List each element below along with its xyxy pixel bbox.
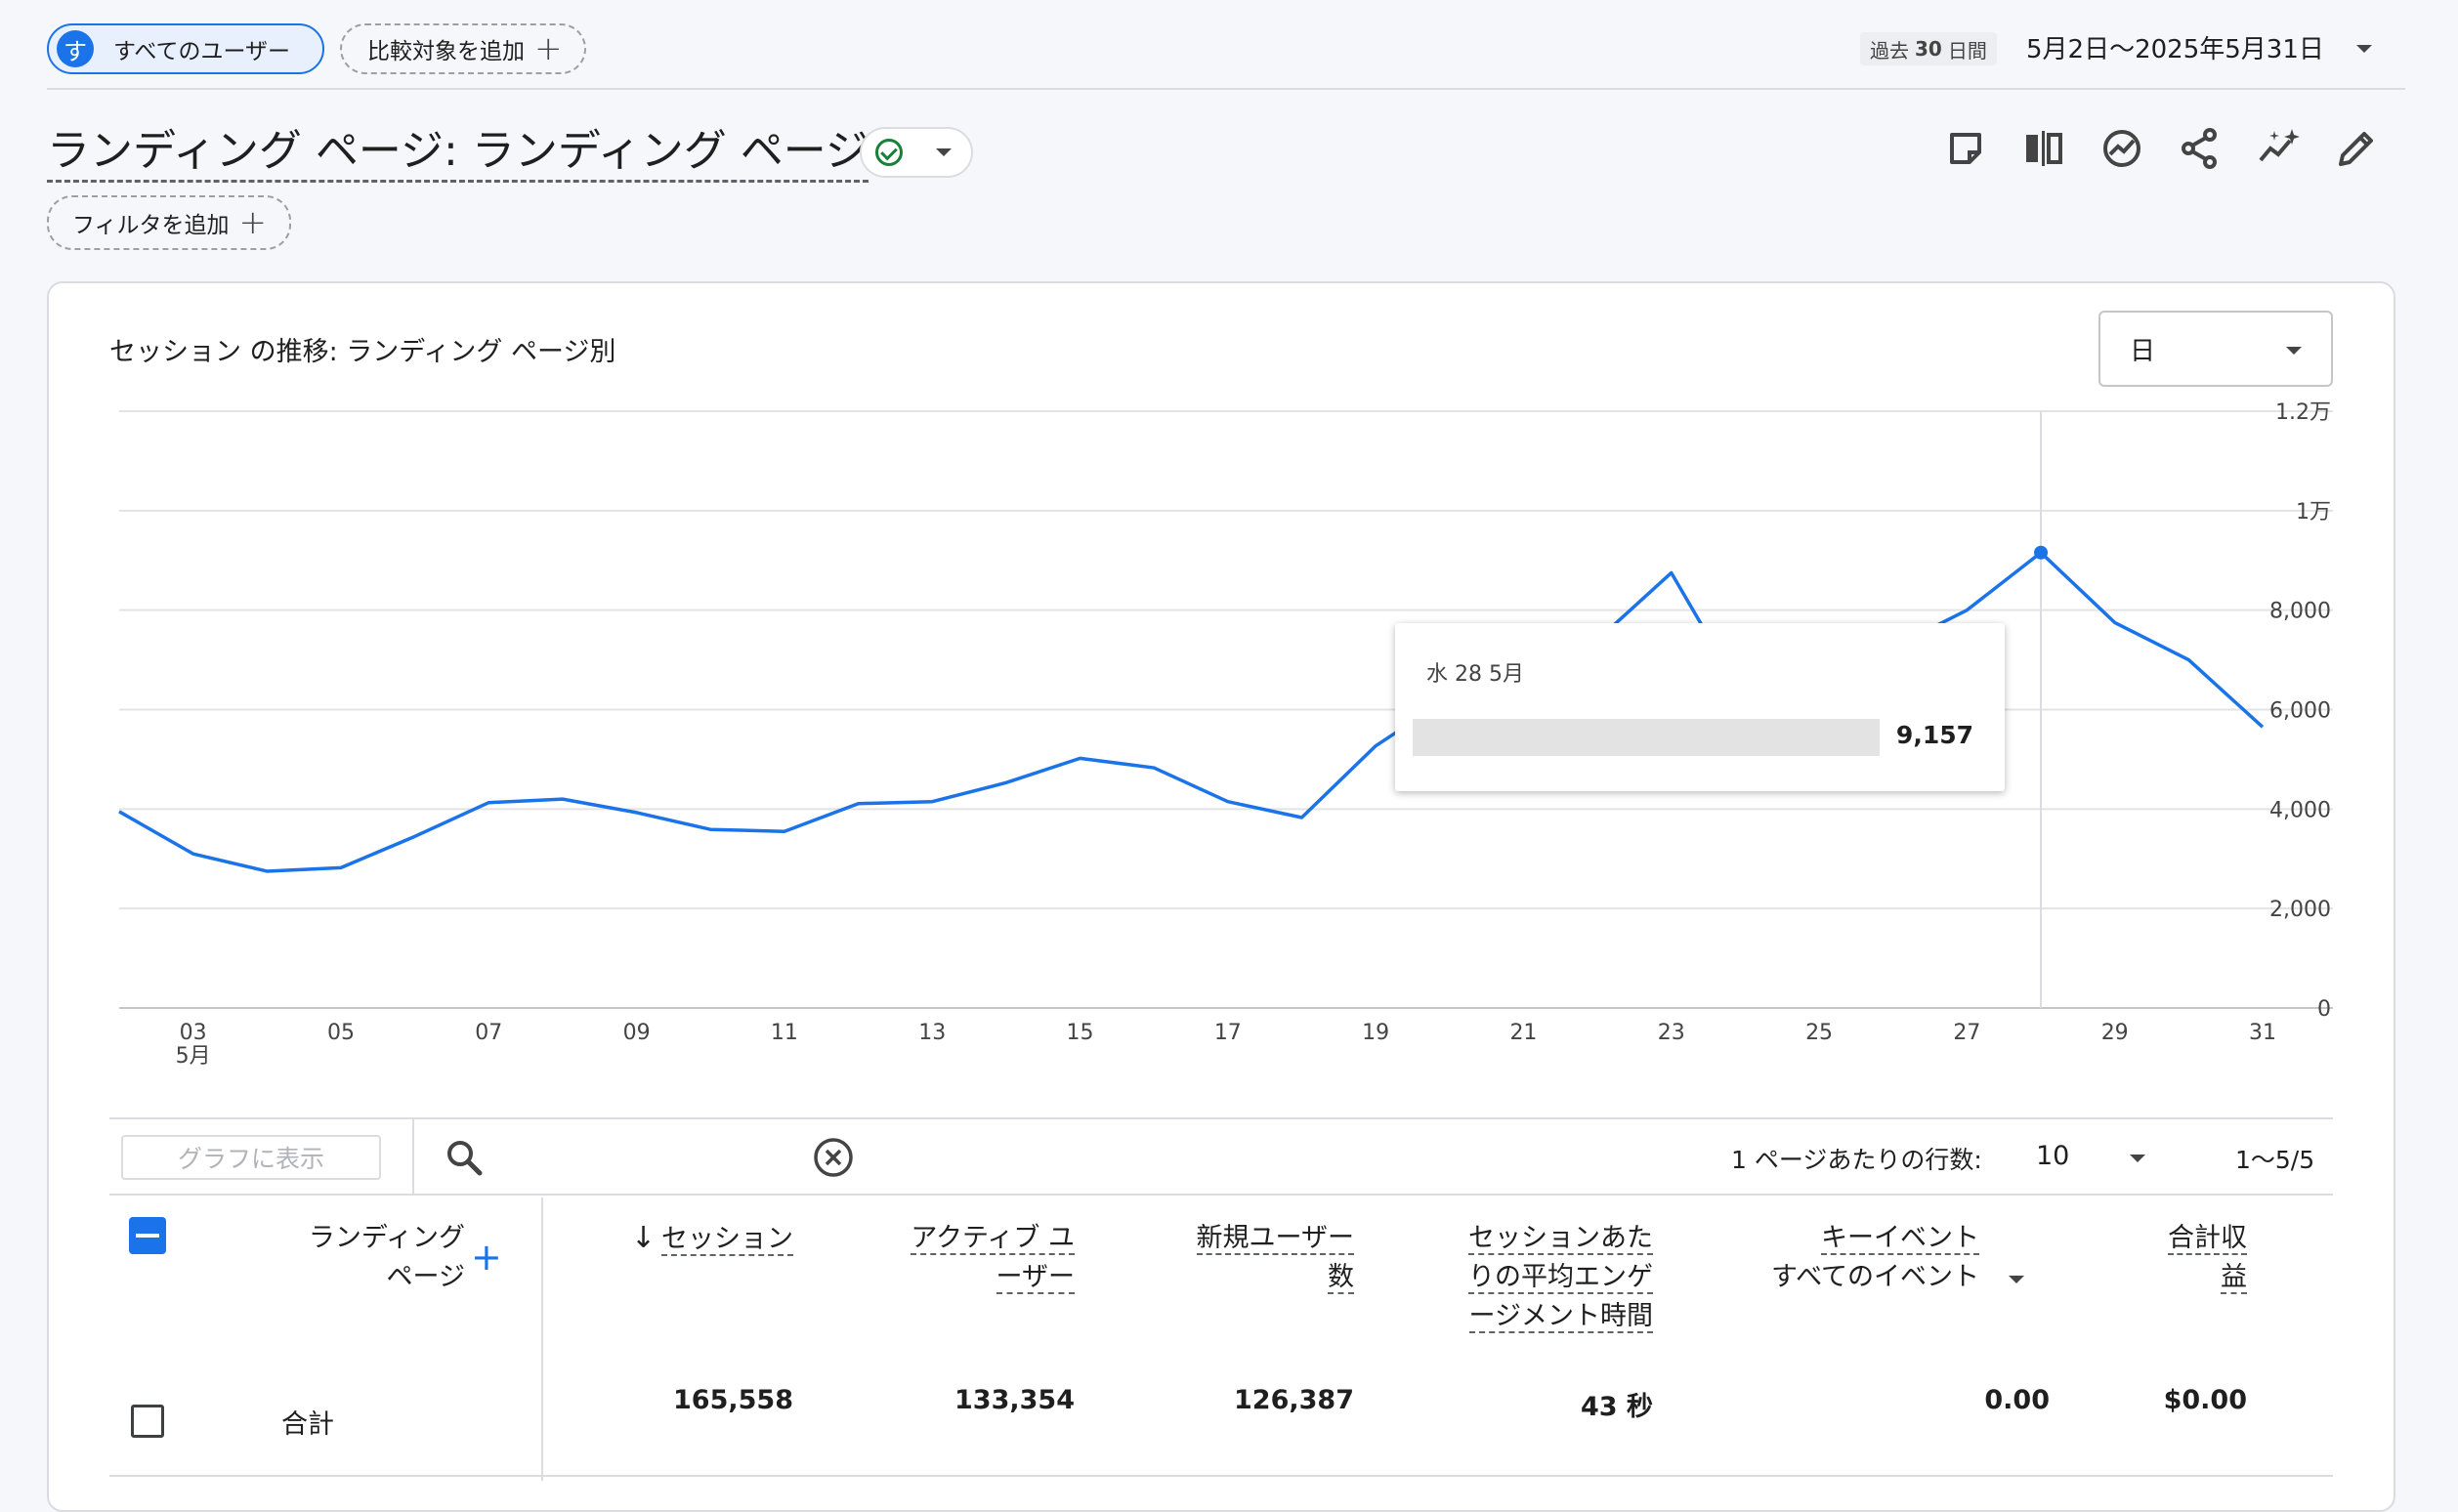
revenue-header-line2: 益: [2221, 1262, 2247, 1294]
revenue-header[interactable]: 合計収 益: [2110, 1219, 2247, 1297]
x-tick-label: 31: [2249, 1021, 2276, 1045]
active-users-header[interactable]: アクティブ ユ ーザー: [860, 1219, 1075, 1297]
dimension-header-line1: ランディング: [308, 1223, 465, 1253]
x-tick-label: 21: [1509, 1021, 1537, 1045]
key-events-header[interactable]: キーイベント すべてのイベント: [1739, 1219, 1979, 1297]
tooltip-date: 水 28 5月: [1426, 662, 1524, 687]
search-input[interactable]: [571, 1131, 795, 1182]
add-dimension-plus-icon[interactable]: +: [471, 1239, 502, 1276]
rows-per-page-label: 1 ページあたりの行数:: [1731, 1146, 1982, 1174]
x-tick-label: 11: [771, 1021, 798, 1045]
new-users-header-line2: 数: [1328, 1262, 1354, 1294]
sessions-header[interactable]: ↓ セッション: [606, 1219, 793, 1259]
revenue-header-line1: 合計収: [2168, 1223, 2247, 1255]
pagination-range: 1〜5/5: [2235, 1146, 2315, 1174]
chevron-down-icon[interactable]: [2130, 1155, 2145, 1162]
tooltip-value: 9,157: [1895, 721, 1973, 749]
active-users-header-line2: ーザー: [996, 1262, 1075, 1294]
y-tick-label: 1.2万: [2275, 400, 2331, 425]
y-tick-label: 6,000: [2269, 699, 2331, 724]
total-active-users: 133,354: [954, 1385, 1075, 1415]
engagement-header-line3: ージメント時間: [1468, 1301, 1653, 1333]
new-users-header-line1: 新規ユーザー: [1196, 1223, 1354, 1255]
y-tick-label: 0: [2317, 997, 2331, 1022]
y-tick-label: 2,000: [2269, 898, 2331, 922]
sort-desc-arrow-icon: ↓: [630, 1221, 656, 1255]
table-divider-bottom: [109, 1475, 2333, 1477]
column-separator: [541, 1197, 543, 1481]
clear-search-icon[interactable]: [811, 1135, 856, 1180]
dimension-header-line2: ページ: [386, 1262, 465, 1292]
chart-tooltip: 水 28 5月 9,157: [1395, 623, 2005, 791]
select-all-checkbox[interactable]: [129, 1217, 166, 1254]
total-sessions: 165,558: [673, 1385, 793, 1415]
y-tick-label: 1万: [2296, 500, 2331, 525]
x-tick-label: 25: [1805, 1021, 1833, 1045]
total-new-users: 126,387: [1234, 1385, 1354, 1415]
active-users-header-line1: アクティブ ユ: [911, 1223, 1075, 1255]
x-tick-label: 23: [1658, 1021, 1685, 1045]
key-events-filter[interactable]: すべてのイベント: [1739, 1258, 1979, 1297]
new-users-header[interactable]: 新規ユーザー 数: [1123, 1219, 1354, 1297]
x-tick-label: 29: [2101, 1021, 2129, 1045]
total-row-checkbox[interactable]: [131, 1405, 164, 1438]
x-tick-label: 15: [1067, 1021, 1094, 1045]
x-tick-label: 27: [1953, 1021, 1980, 1045]
x-tick-label: 13: [918, 1021, 946, 1045]
engagement-time-header[interactable]: セッションあた りの平均エンゲ ージメント時間: [1419, 1219, 1653, 1336]
total-row-label: 合計: [281, 1409, 334, 1440]
x-tick-label: 17: [1214, 1021, 1242, 1045]
toolbar-separator: [412, 1119, 414, 1196]
tooltip-series-label: [1413, 719, 1880, 756]
data-point: [2034, 545, 2049, 560]
plot-rows-button[interactable]: グラフに表示: [121, 1135, 381, 1180]
total-key-events: 0.00: [1984, 1385, 2050, 1415]
y-tick-label: 4,000: [2269, 798, 2331, 822]
table-divider-top: [109, 1117, 2333, 1119]
engagement-header-line2: りの平均エンゲ: [1468, 1262, 1653, 1294]
total-engagement-time: 43 秒: [1581, 1392, 1653, 1422]
key-events-header-label: キーイベント: [1821, 1223, 1979, 1255]
x-tick-label: 09: [623, 1021, 651, 1045]
x-tick-label: 05: [327, 1021, 355, 1045]
dimension-header[interactable]: ランディング ページ: [283, 1219, 465, 1297]
key-events-dropdown-icon[interactable]: [2009, 1276, 2024, 1283]
rows-per-page-select[interactable]: 10: [2036, 1141, 2069, 1171]
sessions-line-chart: 0 2,000 4,000 6,000 8,000 1万 1.2万 035月 05 07 09 11 1…: [118, 400, 2333, 1069]
x-tick-label: 03: [180, 1021, 207, 1045]
engagement-header-line1: セッションあた: [1468, 1223, 1653, 1255]
sessions-header-label: セッション: [661, 1224, 793, 1256]
x-month-label: 5月: [176, 1044, 211, 1069]
y-tick-label: 8,000: [2269, 600, 2331, 624]
x-tick-label: 07: [475, 1021, 502, 1045]
x-tick-label: 19: [1362, 1021, 1389, 1045]
total-revenue: $0.00: [2163, 1385, 2247, 1415]
table-divider-header: [109, 1194, 2333, 1196]
search-icon[interactable]: [444, 1137, 487, 1180]
